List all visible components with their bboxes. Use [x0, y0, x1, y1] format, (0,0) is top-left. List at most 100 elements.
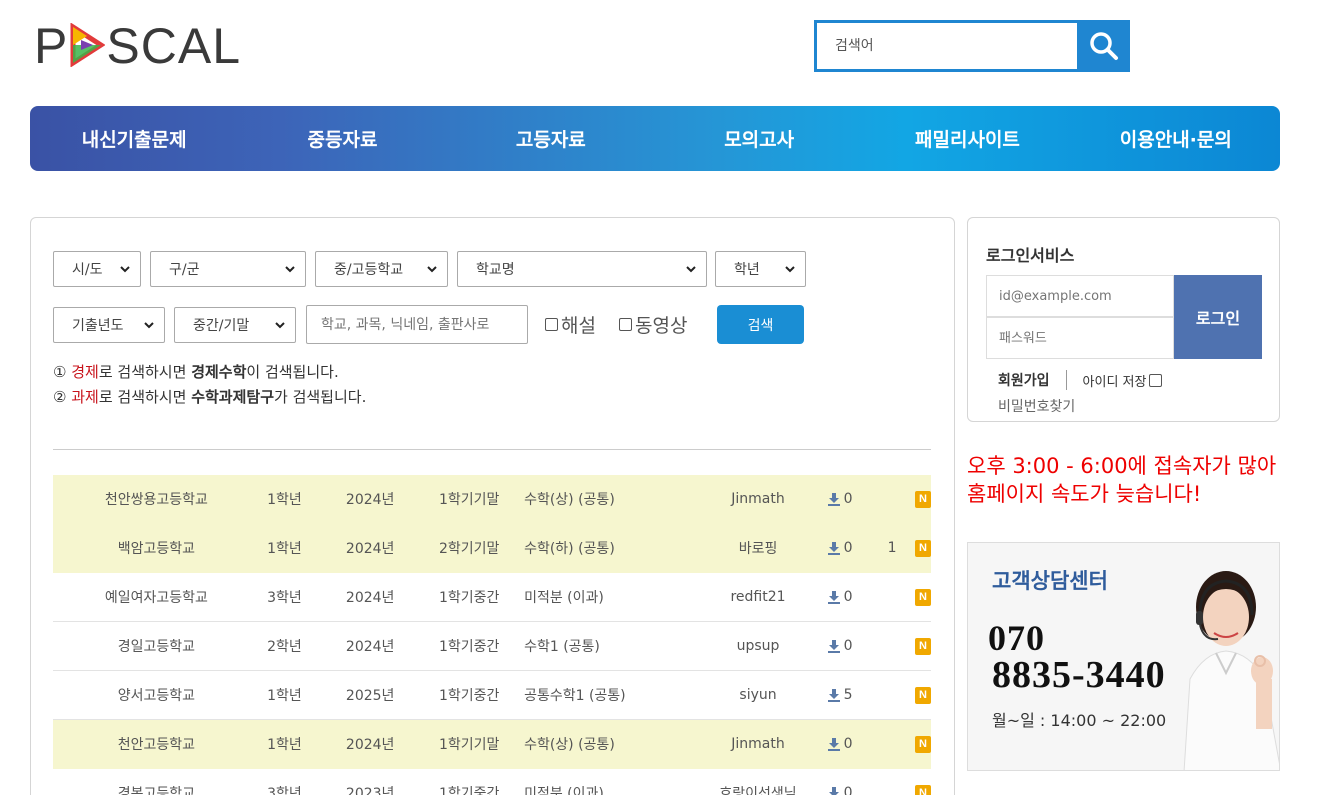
- tip-keyword: 경제: [71, 363, 99, 381]
- row-user: redfit21: [730, 589, 786, 605]
- row-year: 2024년: [345, 541, 395, 557]
- exam-type-select-value: 중간/기말: [193, 318, 250, 334]
- row-year: 2023년: [345, 786, 395, 795]
- filter-search-button[interactable]: 검색: [717, 305, 804, 344]
- new-badge: N: [915, 686, 931, 704]
- row-school: 천안고등학교: [117, 737, 196, 753]
- row-user: upsup: [736, 638, 780, 654]
- traffic-notice: 오후 3:00 - 6:00에 접속자가 많아 홈페이지 속도가 늦습니다!: [967, 454, 1277, 506]
- chevron-down-icon: [686, 266, 696, 273]
- row-school: 양서고등학교: [117, 688, 196, 704]
- row-term: 1학기기말: [438, 492, 500, 508]
- row-new-badge-cell: N: [909, 735, 931, 753]
- row-school: 천안쌍용고등학교: [104, 492, 208, 508]
- row-download-count: 5: [843, 687, 853, 703]
- save-id-checkbox[interactable]: 아이디 저장: [1083, 371, 1163, 390]
- banner-hours: 월~일 : 14:00 ~ 22:00: [992, 711, 1167, 730]
- table-row[interactable]: 경복고등학교 3학년 2023년 1학기중간 미적분 (이과) 호랑이선생님 0 N: [53, 769, 931, 795]
- row-school: 경일고등학교: [117, 639, 196, 655]
- row-downloads: 0: [819, 638, 888, 654]
- new-badge: N: [915, 735, 931, 753]
- download-icon: [827, 493, 840, 506]
- table-row[interactable]: 양서고등학교 1학년 2025년 1학기중간 공통수학1 (공통) siyun 5 N: [53, 671, 931, 720]
- gugun-select[interactable]: 구/군: [150, 251, 306, 287]
- row-grade: 2학년: [267, 639, 302, 655]
- login-panel: 로그인서비스 로그인 회원가입 아이디 저장 비밀번호찾기: [967, 217, 1280, 422]
- chevron-down-icon: [785, 266, 795, 273]
- exam-type-select[interactable]: 중간/기말: [174, 307, 296, 343]
- row-grade: 3학년: [267, 786, 302, 795]
- login-button[interactable]: 로그인: [1174, 275, 1262, 359]
- nav-item-exam[interactable]: 내신기출문제: [30, 125, 238, 152]
- table-row[interactable]: 경일고등학교 2학년 2024년 1학기중간 수학1 (공통) upsup 0 N: [53, 622, 931, 671]
- row-subject: 수학(하) (공통): [524, 541, 615, 557]
- row-term: 1학기중간: [438, 786, 500, 795]
- new-badge: N: [915, 588, 931, 606]
- row-user: Jinmath: [731, 736, 785, 752]
- video-checkbox-label: 동영상: [635, 315, 688, 337]
- exam-year-select-value: 기출년도: [72, 318, 124, 334]
- download-icon: [828, 787, 839, 795]
- chevron-down-icon: [275, 322, 285, 329]
- grade-select[interactable]: 학년: [715, 251, 806, 287]
- row-download-count: 0: [843, 785, 853, 795]
- logo-letter-c: C: [140, 18, 178, 74]
- tip-result: 수학과제탐구: [191, 388, 274, 406]
- sido-select[interactable]: 시/도: [53, 251, 141, 287]
- exam-year-select[interactable]: 기출년도: [53, 307, 165, 343]
- download-icon: [827, 591, 840, 604]
- customer-agent-illustration: [1183, 571, 1279, 770]
- main-nav: 내신기출문제 중등자료 고등자료 모의고사 패밀리사이트 이용안내·문의: [30, 106, 1280, 171]
- logo-letter-s: S: [106, 18, 141, 74]
- row-new-badge-cell: N: [909, 686, 931, 704]
- table-row[interactable]: 천안고등학교 1학년 2024년 1학기기말 수학(상) (공통) Jinmath 0 N: [53, 720, 931, 769]
- school-level-select[interactable]: 중/고등학교: [315, 251, 448, 287]
- site-search-input[interactable]: [814, 20, 1077, 72]
- school-name-select[interactable]: 학교명: [457, 251, 707, 287]
- row-downloads: 0: [819, 540, 888, 556]
- row-downloads: 5: [819, 687, 888, 703]
- tip-keyword: 과제: [71, 388, 99, 406]
- download-icon: [827, 738, 840, 751]
- new-badge: N: [915, 539, 931, 557]
- solution-checkbox[interactable]: 해설: [545, 311, 596, 338]
- join-link[interactable]: 회원가입: [998, 370, 1050, 390]
- login-id-input[interactable]: [986, 275, 1174, 317]
- customer-center-banner[interactable]: 고객상담센터 070 8835-3440 월~일 : 14:00 ~ 22:00: [967, 542, 1280, 771]
- tip-text: 로 검색하시면: [98, 363, 192, 381]
- site-search-button[interactable]: [1077, 20, 1130, 72]
- row-term: 1학기기말: [438, 737, 500, 753]
- row-new-badge-cell: N: [909, 784, 931, 795]
- link-separator: [1065, 370, 1067, 390]
- find-password-link[interactable]: 비밀번호찾기: [998, 396, 1075, 416]
- nav-item-guide[interactable]: 이용안내·문의: [1072, 125, 1280, 152]
- table-row[interactable]: 천안쌍용고등학교 1학년 2024년 1학기기말 수학(상) (공통) Jinmath 0 N: [53, 475, 931, 524]
- school-level-select-value: 중/고등학교: [334, 262, 404, 278]
- solution-checkbox-label: 해설: [561, 315, 596, 337]
- row-term: 1학기중간: [438, 688, 500, 704]
- row-downloads: 0: [819, 736, 888, 752]
- site-logo[interactable]: P SCAL: [34, 18, 241, 74]
- row-download-count: 0: [843, 638, 853, 654]
- table-row[interactable]: 예일여자고등학교 3학년 2024년 1학기중간 미적분 (이과) redfit21 0 N: [53, 573, 931, 622]
- video-checkbox[interactable]: 동영상: [619, 311, 687, 338]
- save-id-checkbox-box[interactable]: [1149, 373, 1163, 387]
- table-row[interactable]: 백암고등학교 1학년 2024년 2학기기말 수학(하) (공통) 바로핑 0 1 N: [53, 524, 931, 573]
- video-checkbox-box[interactable]: [619, 318, 632, 331]
- login-password-input[interactable]: [986, 317, 1174, 359]
- keyword-input[interactable]: [306, 305, 528, 344]
- nav-item-mock[interactable]: 모의고사: [655, 125, 863, 152]
- solution-checkbox-box[interactable]: [545, 318, 558, 331]
- nav-item-middle[interactable]: 중등자료: [238, 125, 446, 152]
- row-user: 호랑이선생님: [719, 786, 797, 795]
- login-links: 회원가입 아이디 저장: [998, 370, 1163, 390]
- row-school: 경복고등학교: [117, 786, 196, 795]
- nav-item-family[interactable]: 패밀리사이트: [863, 125, 1071, 152]
- row-download-count: 0: [843, 491, 853, 507]
- row-grade: 1학년: [267, 541, 302, 557]
- logo-letter-p: P: [34, 18, 69, 74]
- logo-letter-a: A: [177, 18, 213, 74]
- nav-item-high[interactable]: 고등자료: [447, 125, 655, 152]
- login-title: 로그인서비스: [986, 246, 1075, 265]
- tip-tail: 이 검색됩니다.: [246, 363, 339, 381]
